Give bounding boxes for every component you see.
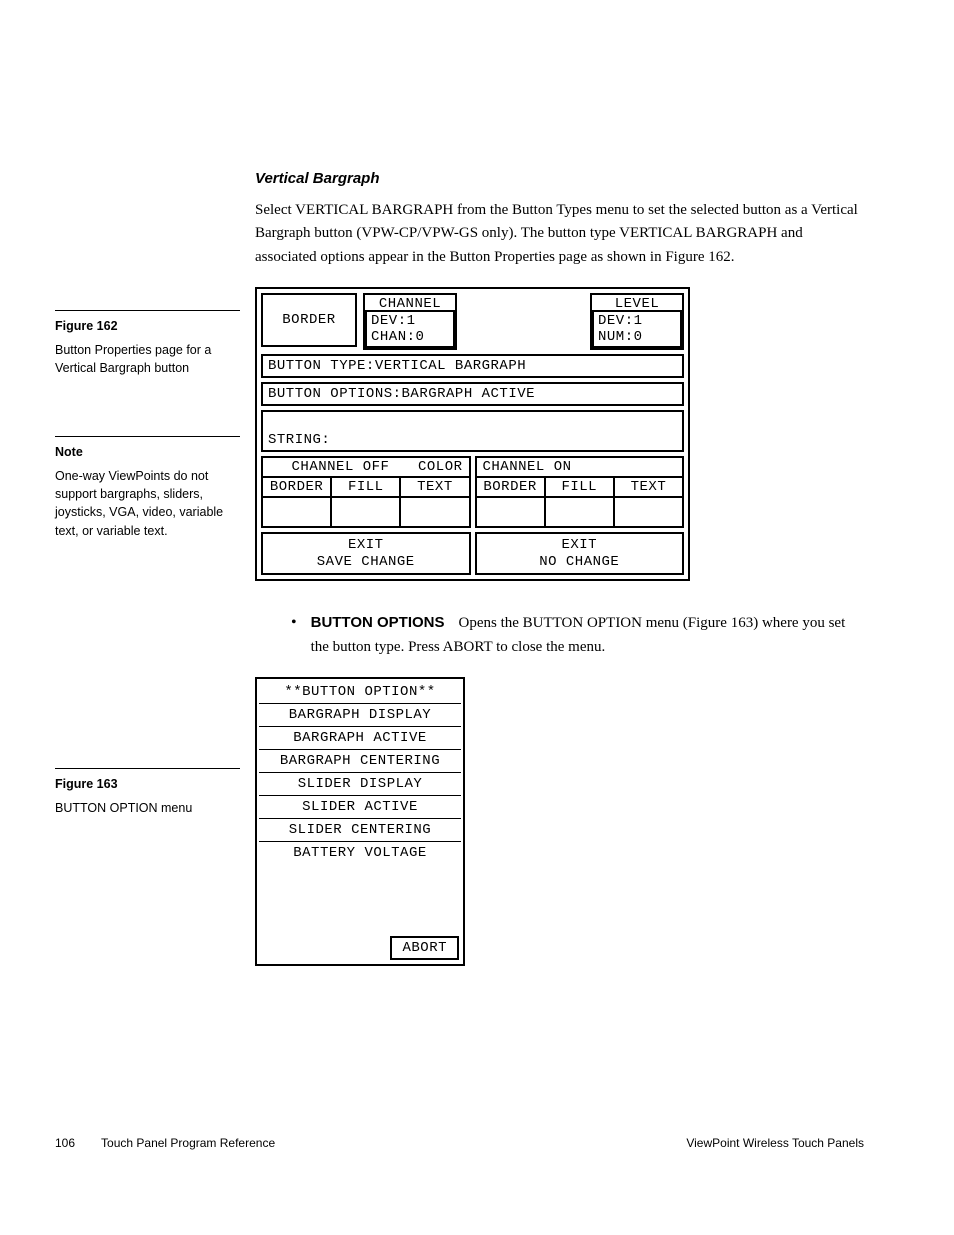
bullet-label: BUTTON OPTIONS	[311, 614, 445, 631]
menu-item[interactable]: SLIDER ACTIVE	[259, 796, 461, 819]
border-box[interactable]: BORDER	[261, 293, 357, 347]
string-label: STRING:	[268, 433, 330, 447]
off-fill[interactable]: FILL	[332, 478, 401, 496]
figure-163-caption: BUTTON OPTION menu	[55, 799, 240, 817]
menu-spacer	[259, 864, 461, 934]
menu-item[interactable]: BARGRAPH CENTERING	[259, 750, 461, 773]
bullet-icon: •	[291, 611, 297, 659]
channel-dev: DEV:1	[371, 314, 449, 328]
channel-on-group: CHANNEL ON BORDER FILL TEXT	[475, 456, 685, 528]
menu-item[interactable]: SLIDER DISPLAY	[259, 773, 461, 796]
exit-no-line1: EXIT	[477, 537, 683, 554]
on-text[interactable]: TEXT	[615, 478, 682, 496]
level-dev: DEV:1	[598, 314, 676, 328]
button-options-box[interactable]: BUTTON OPTIONS:BARGRAPH ACTIVE	[261, 382, 684, 406]
figure-163-label: Figure 163	[55, 775, 240, 793]
page-number: 106	[55, 1136, 75, 1150]
string-box[interactable]: STRING:	[261, 410, 684, 452]
page-footer: 106 Touch Panel Program Reference ViewPo…	[55, 1136, 864, 1150]
off-text[interactable]: TEXT	[401, 478, 468, 496]
note-text: One-way ViewPoints do not support bargra…	[55, 467, 240, 540]
level-box[interactable]: LEVEL DEV:1 NUM:0	[590, 293, 684, 350]
menu-item[interactable]: BARGRAPH ACTIVE	[259, 727, 461, 750]
intro-paragraph: Select VERTICAL BARGRAPH from the Button…	[255, 199, 864, 269]
button-options-bullet: • BUTTON OPTIONSOpens the BUTTON OPTION …	[291, 611, 864, 659]
menu-item[interactable]: SLIDER CENTERING	[259, 819, 461, 842]
figure-162-caption: Button Properties page for a Vertical Ba…	[55, 341, 240, 377]
menu-item[interactable]: BARGRAPH DISPLAY	[259, 704, 461, 727]
level-num: NUM:0	[598, 330, 676, 344]
abort-button[interactable]: ABORT	[390, 936, 459, 960]
channel-off-group: CHANNEL OFF COLOR BORDER FILL TEXT	[261, 456, 471, 528]
doc-title: Touch Panel Program Reference	[101, 1136, 275, 1150]
channel-box[interactable]: CHANNEL DEV:1 CHAN:0	[363, 293, 457, 350]
channel-off-label: CHANNEL OFF	[263, 458, 418, 476]
menu-title: **BUTTON OPTION**	[259, 681, 461, 704]
channel-on-label: CHANNEL ON	[477, 458, 683, 476]
exit-no-button[interactable]: EXIT NO CHANGE	[475, 532, 685, 576]
exit-save-line2: SAVE CHANGE	[263, 554, 469, 571]
channel-chan: CHAN:0	[371, 330, 449, 344]
button-type-box[interactable]: BUTTON TYPE:VERTICAL BARGRAPH	[261, 354, 684, 378]
on-fill[interactable]: FILL	[546, 478, 615, 496]
exit-no-line2: NO CHANGE	[477, 554, 683, 571]
figure-163-menu: **BUTTON OPTION** BARGRAPH DISPLAY BARGR…	[255, 677, 465, 966]
note-label: Note	[55, 443, 240, 461]
exit-save-line1: EXIT	[263, 537, 469, 554]
menu-item[interactable]: BATTERY VOLTAGE	[259, 842, 461, 864]
figure-162-panel: BORDER CHANNEL DEV:1 CHAN:0 LEVEL DEV:1 …	[255, 287, 690, 582]
exit-save-button[interactable]: EXIT SAVE CHANGE	[261, 532, 471, 576]
figure-162-label: Figure 162	[55, 317, 240, 335]
section-title: Vertical Bargraph	[255, 170, 864, 187]
product-name: ViewPoint Wireless Touch Panels	[686, 1136, 864, 1150]
off-border[interactable]: BORDER	[263, 478, 332, 496]
on-border[interactable]: BORDER	[477, 478, 546, 496]
color-label-left: COLOR	[418, 458, 469, 476]
